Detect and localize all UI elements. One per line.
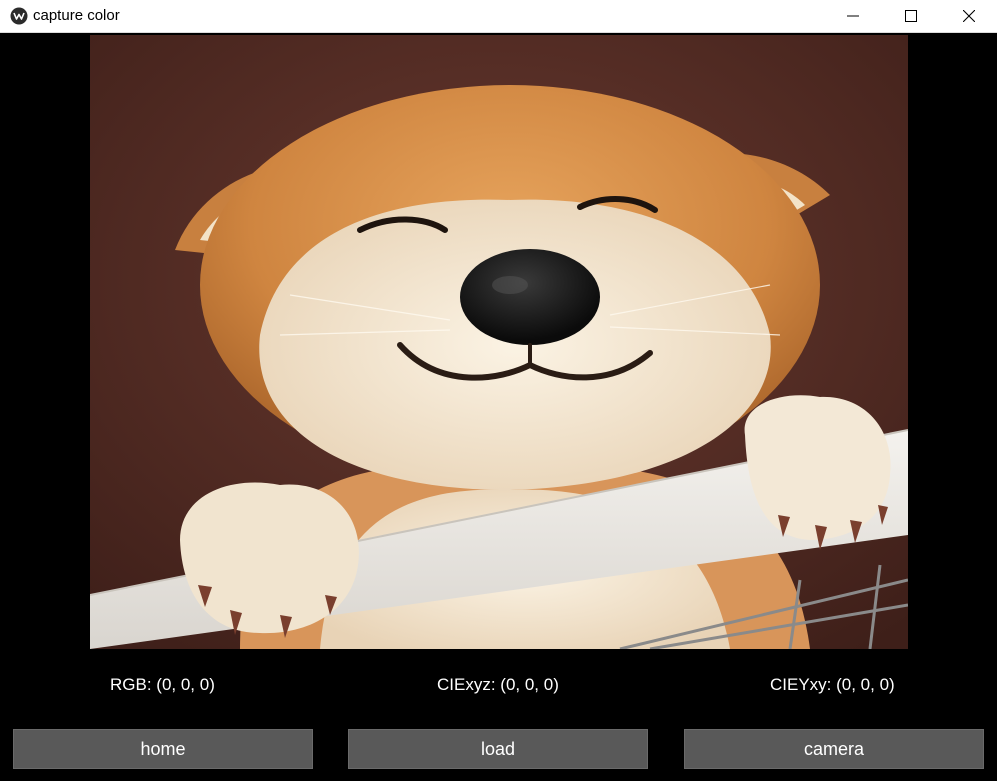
- main-content: RGB: (0, 0, 0) CIExyz: (0, 0, 0) CIEYxy:…: [0, 33, 997, 781]
- title-bar: capture color: [0, 0, 997, 33]
- window-title: capture color: [33, 7, 120, 24]
- maximize-button[interactable]: [882, 0, 940, 32]
- close-icon: [963, 10, 975, 22]
- camera-button[interactable]: camera: [684, 729, 984, 769]
- maximize-icon: [905, 10, 917, 22]
- shiba-dog-photo[interactable]: [90, 35, 908, 649]
- home-button[interactable]: home: [13, 729, 313, 769]
- minimize-icon: [847, 15, 859, 17]
- minimize-button[interactable]: [824, 0, 882, 32]
- ciexyz-readout: CIExyz: (0, 0, 0): [437, 675, 559, 694]
- app-logo-icon: [10, 7, 28, 25]
- rgb-readout: RGB: (0, 0, 0): [110, 675, 215, 694]
- close-button[interactable]: [940, 0, 997, 32]
- load-button[interactable]: load: [348, 729, 648, 769]
- cieyxy-readout: CIEYxy: (0, 0, 0): [770, 675, 895, 694]
